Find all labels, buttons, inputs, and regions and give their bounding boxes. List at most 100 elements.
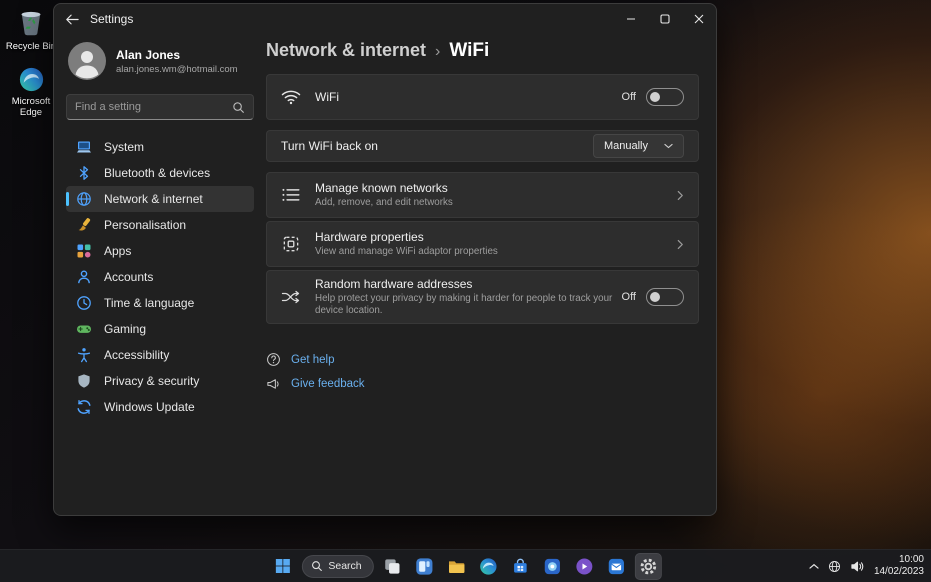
desktop-icon-recycle-bin[interactable]: Recycle Bin [2, 8, 60, 52]
minimize-button[interactable] [614, 4, 648, 34]
settings-window: Settings Alan Jones [53, 3, 717, 516]
tray-clock[interactable]: 10:00 14/02/2023 [874, 554, 924, 578]
main-content: Network & internet › WiFi WiFi Off Turn … [266, 34, 699, 515]
give-feedback-link[interactable]: Give feedback [291, 378, 365, 390]
shield-icon [76, 373, 92, 389]
tray-volume-icon[interactable] [850, 560, 865, 573]
person-icon [76, 269, 92, 285]
get-help-row: Get help [266, 352, 699, 367]
settings-gear-icon[interactable] [635, 553, 662, 580]
manage-known-networks-row[interactable]: Manage known networks Add, remove, and e… [266, 172, 699, 218]
tray-chevron-up-icon[interactable] [809, 563, 819, 570]
sidebar-item-time-language[interactable]: Time & language [66, 290, 254, 316]
sidebar-item-label: Personalisation [104, 218, 186, 232]
random-addresses-toggle[interactable] [646, 288, 684, 306]
clock-icon [76, 295, 92, 311]
maximize-button[interactable] [648, 4, 682, 34]
profile-name: Alan Jones [116, 48, 238, 62]
manage-known-networks-subtitle: Add, remove, and edit networks [315, 197, 453, 209]
photos-icon[interactable] [539, 553, 566, 580]
apps-grid-icon [76, 243, 92, 259]
search-icon [232, 101, 245, 114]
window-title: Settings [90, 12, 133, 26]
recycle-bin-icon [16, 8, 46, 38]
get-help-link[interactable]: Get help [291, 354, 334, 366]
sidebar: Alan Jones alan.jones.wm@hotmail.com Sys… [54, 34, 266, 515]
edge-icon[interactable] [475, 553, 502, 580]
page-title: WiFi [449, 40, 489, 62]
sidebar-item-bluetooth-devices[interactable]: Bluetooth & devices [66, 160, 254, 186]
sidebar-item-accessibility[interactable]: Accessibility [66, 342, 254, 368]
bluetooth-icon [76, 165, 92, 181]
wifi-toggle[interactable] [646, 88, 684, 106]
task-view-icon[interactable] [379, 553, 406, 580]
taskbar-search[interactable]: Search [301, 555, 373, 578]
sidebar-item-label: Apps [104, 244, 131, 258]
tray-time: 10:00 [874, 554, 924, 566]
settings-search-box [66, 94, 254, 120]
store-icon[interactable] [507, 553, 534, 580]
sidebar-item-label: Windows Update [104, 400, 195, 414]
network-list-icon [281, 186, 301, 204]
chevron-right-icon [677, 239, 684, 250]
search-input[interactable] [75, 101, 232, 113]
help-icon [266, 352, 281, 367]
sidebar-item-system[interactable]: System [66, 134, 254, 160]
sidebar-item-gaming[interactable]: Gaming [66, 316, 254, 342]
sidebar-item-label: Gaming [104, 322, 146, 336]
tray-date: 14/02/2023 [874, 566, 924, 578]
random-addresses-toggle-state: Off [622, 291, 636, 303]
globe-icon [76, 191, 92, 207]
random-hardware-addresses-title: Random hardware addresses [315, 277, 622, 291]
update-arrows-icon [76, 399, 92, 415]
dropdown-selected-value: Manually [604, 140, 648, 152]
wifi-icon [281, 89, 301, 105]
sidebar-item-label: Bluetooth & devices [104, 166, 210, 180]
sidebar-item-label: Accounts [104, 270, 153, 284]
turn-wifi-back-on-dropdown[interactable]: Manually [593, 134, 684, 158]
start-button[interactable] [269, 553, 296, 580]
sidebar-item-label: System [104, 140, 144, 154]
tray-network-globe-icon[interactable] [828, 560, 841, 573]
turn-wifi-back-on-label: Turn WiFi back on [281, 139, 378, 153]
chevron-down-icon [664, 143, 673, 149]
manage-known-networks-title: Manage known networks [315, 181, 453, 195]
mail-icon[interactable] [603, 553, 630, 580]
sidebar-item-network-internet[interactable]: Network & internet [66, 186, 254, 212]
breadcrumb: Network & internet › WiFi [266, 40, 699, 62]
taskbar-search-label: Search [328, 560, 361, 572]
random-hardware-addresses-subtitle: Help protect your privacy by making it h… [315, 293, 622, 317]
hardware-properties-row[interactable]: Hardware properties View and manage WiFi… [266, 221, 699, 267]
sidebar-item-windows-update[interactable]: Windows Update [66, 394, 254, 420]
profile-email: alan.jones.wm@hotmail.com [116, 64, 238, 75]
avatar [68, 42, 106, 80]
breadcrumb-separator: › [435, 43, 440, 61]
sidebar-item-accounts[interactable]: Accounts [66, 264, 254, 290]
widgets-icon[interactable] [411, 553, 438, 580]
file-explorer-icon[interactable] [443, 553, 470, 580]
desktop-icon-microsoft-edge[interactable]: Microsoft Edge [2, 66, 60, 118]
close-button[interactable] [682, 4, 716, 34]
toggle-knob [650, 92, 660, 102]
sidebar-item-apps[interactable]: Apps [66, 238, 254, 264]
back-button[interactable] [54, 4, 90, 34]
clipchamp-icon[interactable] [571, 553, 598, 580]
system-icon [76, 139, 92, 155]
sidebar-item-label: Time & language [104, 296, 194, 310]
wifi-card: WiFi Off [266, 74, 699, 120]
toggle-knob [650, 292, 660, 302]
sidebar-item-privacy-security[interactable]: Privacy & security [66, 368, 254, 394]
desktop-icon-label: Recycle Bin [6, 41, 56, 52]
taskbar: Search [0, 549, 931, 582]
random-hardware-addresses-card: Random hardware addresses Help protect y… [266, 270, 699, 324]
chevron-right-icon [677, 190, 684, 201]
sidebar-item-personalisation[interactable]: Personalisation [66, 212, 254, 238]
shuffle-icon [281, 289, 301, 305]
sidebar-item-label: Network & internet [104, 192, 203, 206]
edge-icon [18, 66, 45, 93]
wifi-card-title: WiFi [315, 90, 339, 104]
sidebar-item-label: Accessibility [104, 348, 169, 362]
hardware-chip-icon [281, 234, 301, 254]
breadcrumb-parent[interactable]: Network & internet [266, 40, 426, 61]
profile-card[interactable]: Alan Jones alan.jones.wm@hotmail.com [66, 40, 254, 80]
